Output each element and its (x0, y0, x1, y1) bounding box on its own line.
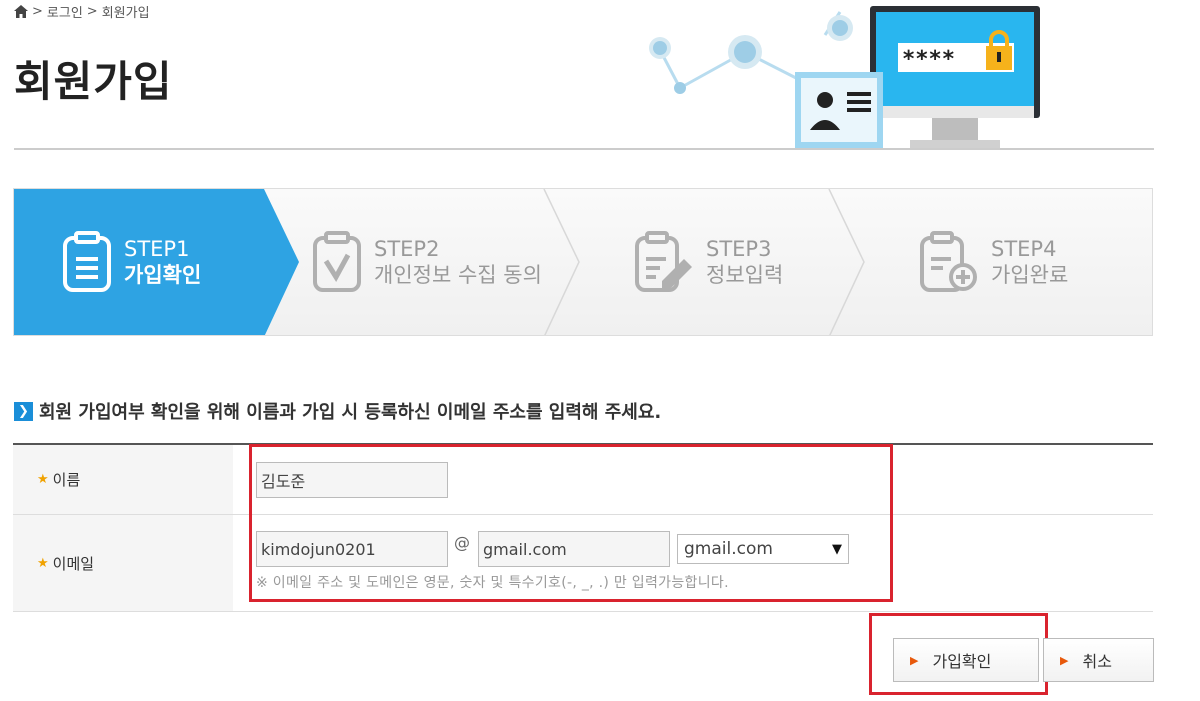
chevron-right-icon: ❯ (14, 401, 33, 421)
email-label: ★ 이메일 (13, 515, 233, 611)
at-sign: @ (454, 533, 470, 552)
clipboard-edit-icon (635, 231, 692, 292)
hero-illustration: **** (649, 6, 1040, 148)
title-divider (14, 148, 1154, 150)
confirm-signup-button[interactable]: ▶ 가입확인 (893, 638, 1039, 682)
step-4: STEP4 가입완료 (919, 189, 1068, 335)
email-domain-select[interactable]: gmail.com ▼ (677, 534, 849, 564)
name-input[interactable]: 김도준 (256, 462, 448, 498)
step-label: 가입확인 (124, 263, 202, 287)
step-label: 정보입력 (706, 263, 784, 287)
email-label-text: 이메일 (52, 554, 95, 573)
instruction-text: 회원 가입여부 확인을 위해 이름과 가입 시 등록하신 이메일 주소를 입력해… (39, 402, 662, 423)
name-label-text: 이름 (52, 471, 81, 489)
email-value-cell: kimdojun0201 @ gmail.com gmail.com ▼ ※ 이… (233, 515, 1153, 611)
step-number: STEP1 (124, 237, 190, 261)
email-row: ★ 이메일 kimdojun0201 @ gmail.com gmail.com… (13, 515, 1153, 612)
email-domain-input[interactable]: gmail.com (478, 531, 670, 567)
breadcrumb-current: 회원가입 (101, 6, 150, 21)
required-star-icon: ★ (37, 472, 49, 487)
home-icon[interactable] (14, 5, 28, 18)
dropdown-arrow-icon: ▼ (832, 541, 842, 557)
step-2: STEP2 개인정보 수집 동의 (312, 189, 542, 335)
step-label: 개인정보 수집 동의 (374, 263, 542, 287)
triangle-right-icon: ▶ (1060, 653, 1069, 667)
cancel-button[interactable]: ▶ 취소 (1043, 638, 1154, 682)
name-row: ★ 이름 김도준 (13, 445, 1153, 515)
step-1: STEP1 가입확인 (62, 189, 201, 335)
name-value-cell: 김도준 (233, 445, 1153, 514)
clipboard-plus-icon (920, 231, 977, 292)
triangle-right-icon: ▶ (910, 653, 919, 667)
email-id-input[interactable]: kimdojun0201 (256, 531, 448, 567)
step-number: STEP2 (374, 237, 440, 261)
clipboard-list-icon (63, 231, 111, 292)
breadcrumb: > 로그인 > 회원가입 (14, 2, 150, 21)
name-label: ★ 이름 (13, 445, 233, 514)
breadcrumb-separator: > (32, 4, 43, 19)
step-3: STEP3 정보입력 (634, 189, 783, 335)
step-number: STEP3 (706, 237, 772, 261)
step-label: 가입완료 (991, 263, 1069, 287)
form-table: ★ 이름 김도준 ★ 이메일 kimdojun0201 @ gmail.com … (13, 443, 1153, 612)
clipboard-check-icon (313, 231, 361, 292)
step-number: STEP4 (991, 237, 1057, 261)
breadcrumb-separator: > (86, 4, 98, 19)
cancel-button-label: 취소 (1082, 652, 1112, 671)
domain-select-value: gmail.com (684, 539, 773, 559)
confirm-button-label: 가입확인 (932, 652, 992, 671)
breadcrumb-login[interactable]: 로그인 (47, 2, 83, 21)
email-hint: ※ 이메일 주소 및 도메인은 영문, 숫자 및 특수기호(-, _, .) 만… (256, 575, 729, 591)
page-title: 회원가입 (14, 57, 173, 106)
step-indicator: STEP1 가입확인 STEP2 개인정보 수집 동의 STEP3 정보입력 S… (13, 188, 1153, 336)
password-mask: **** (902, 47, 955, 72)
instruction: ❯ 회원 가입여부 확인을 위해 이름과 가입 시 등록하신 이메일 주소를 입… (14, 398, 661, 424)
required-star-icon: ★ (37, 555, 49, 571)
